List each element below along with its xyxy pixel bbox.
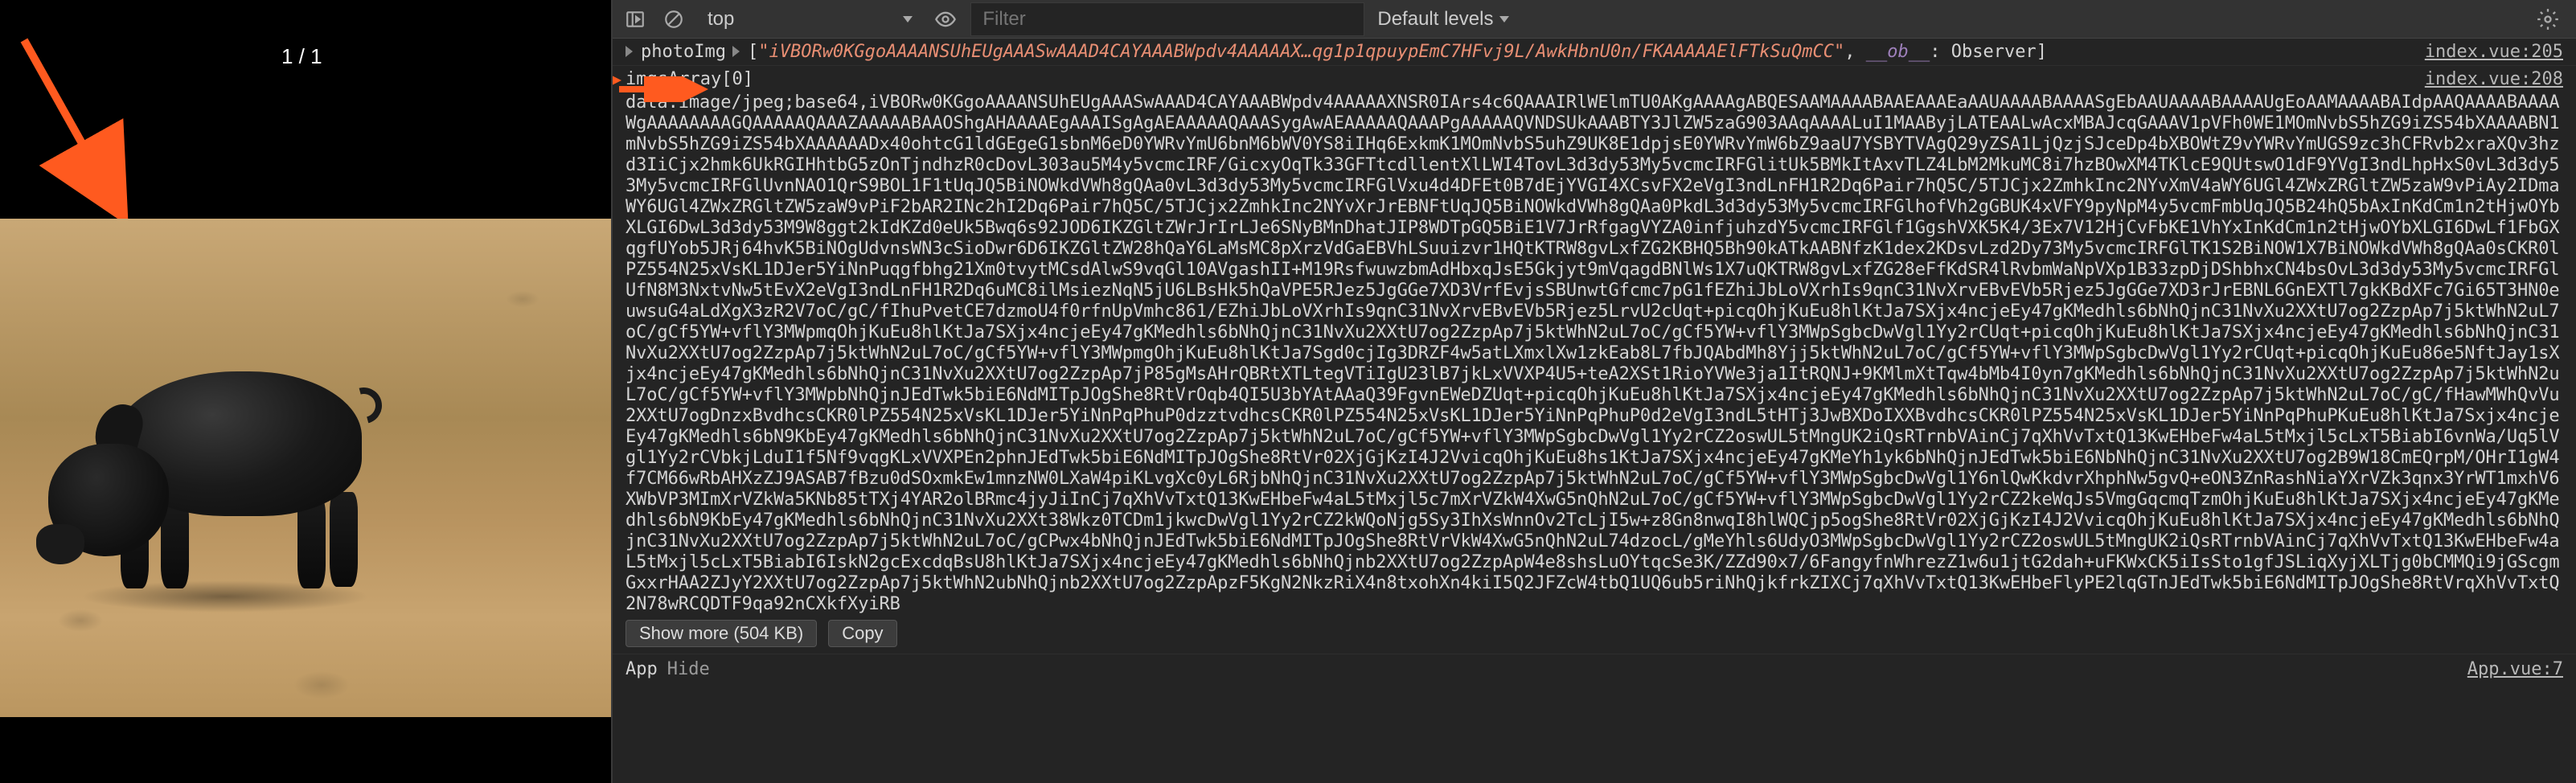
console-message[interactable]: photoImg ["iVBORw0KGgoAAAANSUhEUgAAASwAA… <box>613 39 2576 66</box>
chevron-down-icon <box>903 16 913 23</box>
live-expression-icon[interactable] <box>933 7 958 31</box>
source-link[interactable]: index.vue:208 <box>2409 69 2563 89</box>
filter-input[interactable] <box>970 2 1364 36</box>
console-output: photoImg ["iVBORw0KGgoAAAANSUhEUgAAASwAA… <box>613 39 2576 783</box>
console-base64-output[interactable]: data:image/jpeg;base64,iVBORw0KGgoAAAANS… <box>613 89 2576 654</box>
app-label: App <box>626 659 658 679</box>
photo-subject-pig <box>32 299 418 621</box>
photo-counter: 1 / 1 <box>281 44 322 69</box>
log-level-label: Default levels <box>1377 8 1493 31</box>
source-link[interactable]: App.vue:7 <box>710 659 2563 679</box>
console-toolbar: top Default levels <box>613 0 2576 39</box>
base64-content: iVBORw0KGgoAAAANSUhEUgAAASwAAAD4CAYAAABW… <box>626 92 2560 614</box>
execution-context-label: top <box>708 8 734 31</box>
log-value-preview: ["iVBORw0KGgoAAAANSUhEUgAAASwAAAD4CAYAAA… <box>748 42 2047 62</box>
execution-context-selector[interactable]: top <box>699 5 921 34</box>
expand-toggle[interactable] <box>626 42 633 62</box>
chevron-down-icon <box>1499 16 1509 23</box>
hide-link[interactable]: Hide <box>667 659 710 679</box>
photo-viewer[interactable] <box>0 219 611 717</box>
clear-console-icon[interactable] <box>661 6 687 32</box>
log-variable-name: photoImg <box>641 42 726 62</box>
copy-button[interactable]: Copy <box>828 620 896 647</box>
mobile-preview-panel: 1 / 1 <box>0 0 611 783</box>
log-level-selector[interactable]: Default levels <box>1377 8 1509 31</box>
annotation-arrow-1 <box>0 24 161 225</box>
expand-value-toggle[interactable] <box>732 42 740 62</box>
annotation-arrow-2 <box>615 76 712 102</box>
console-message[interactable]: imgsArray[0] index.vue:208 <box>613 66 2576 89</box>
settings-icon[interactable] <box>2536 7 2560 31</box>
toggle-sidebar-icon[interactable] <box>622 6 648 32</box>
devtools-panel: top Default levels photoImg <box>611 0 2576 783</box>
show-more-button[interactable]: Show more (504 KB) <box>626 620 817 647</box>
source-link[interactable]: index.vue:205 <box>2409 42 2563 62</box>
console-app-message: App Hide App.vue:7 <box>613 654 2576 684</box>
